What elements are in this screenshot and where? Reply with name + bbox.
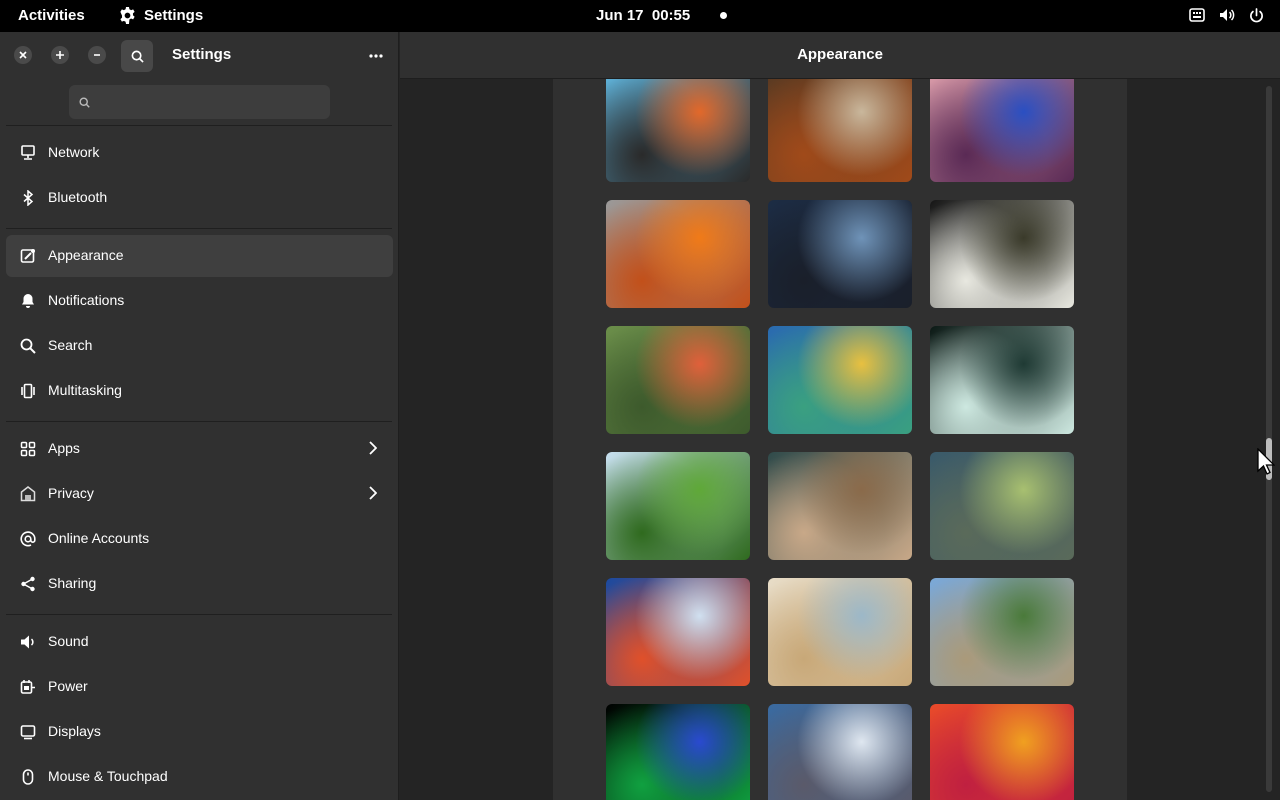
keyboard-icon — [1189, 8, 1205, 22]
activities-button[interactable]: Activities — [18, 7, 85, 24]
sidebar-item-label: Multitasking — [48, 382, 122, 398]
moonlit-sea-wallpaper[interactable] — [768, 200, 912, 308]
top-bar: Activities Settings Jun 17 00:55 — [0, 0, 1280, 32]
wallpaper-panel — [553, 79, 1127, 800]
sidebar: Settings Network Bluetooth Appearance No… — [0, 32, 399, 800]
clock-label: Jun 17 00:55 — [596, 7, 691, 24]
privacy-icon — [19, 485, 37, 503]
sidebar-item-label: Privacy — [48, 485, 94, 501]
sidebar-search-field[interactable] — [69, 85, 330, 119]
divider — [6, 228, 392, 229]
close-icon — [19, 51, 27, 59]
sidebar-item-mouse-touchpad[interactable]: Mouse & Touchpad — [6, 756, 393, 798]
maximize-icon — [56, 51, 64, 59]
sidebar-item-apps[interactable]: Apps — [6, 428, 393, 470]
mountain-valley-wallpaper[interactable] — [930, 578, 1074, 686]
sidebar-item-bluetooth[interactable]: Bluetooth — [6, 177, 393, 219]
share-icon — [19, 575, 37, 593]
minimize-window-button[interactable] — [88, 46, 106, 64]
sidebar-item-label: Displays — [48, 723, 101, 739]
sidebar-header: Settings — [0, 32, 399, 79]
bluetooth-icon — [19, 189, 37, 207]
divider — [6, 421, 392, 422]
system-tray[interactable] — [1189, 7, 1264, 23]
speaker-icon — [19, 633, 37, 651]
volume-icon — [1220, 9, 1235, 21]
appearance-icon — [19, 247, 37, 265]
rope-beach-wallpaper[interactable] — [768, 578, 912, 686]
poppies-wallpaper[interactable] — [606, 326, 750, 434]
notification-dot-icon — [720, 12, 728, 19]
otter-wallpaper[interactable] — [768, 452, 912, 560]
network-icon — [19, 144, 37, 162]
orange-bokeh-wallpaper[interactable] — [930, 704, 1074, 800]
close-window-button[interactable] — [14, 46, 32, 64]
search-icon — [79, 96, 90, 108]
sidebar-item-label: Power — [48, 678, 88, 694]
sidebar-item-appearance[interactable]: Appearance — [6, 235, 393, 277]
apps-icon — [19, 440, 37, 458]
appearance-content[interactable] — [400, 79, 1280, 800]
main-menu-button[interactable] — [364, 44, 388, 68]
sidebar-item-sound[interactable]: Sound — [6, 621, 393, 663]
sidebar-item-label: Online Accounts — [48, 530, 150, 546]
sidebar-item-label: Apps — [48, 440, 80, 456]
sidebar-item-sharing[interactable]: Sharing — [6, 563, 393, 605]
turntable-wallpaper[interactable] — [930, 79, 1074, 182]
sidebar-item-power[interactable]: Power — [6, 666, 393, 708]
alpine-lake-wallpaper[interactable] — [930, 452, 1074, 560]
colorful-rope-wallpaper[interactable] — [768, 326, 912, 434]
search-icon — [131, 50, 144, 63]
night-city-wallpaper[interactable] — [930, 200, 1074, 308]
clock[interactable]: Jun 17 00:55 — [596, 7, 728, 24]
sidebar-item-label: Appearance — [48, 247, 124, 263]
divider — [6, 125, 392, 126]
page-title: Appearance — [797, 46, 883, 63]
sidebar-item-label: Notifications — [48, 292, 125, 308]
blue-light-wallpaper[interactable] — [606, 704, 750, 800]
gear-icon — [120, 7, 135, 24]
power-plug-icon — [19, 678, 37, 696]
search-icon — [19, 337, 37, 355]
mouse-icon — [19, 768, 37, 786]
sidebar-item-label: Mouse & Touchpad — [48, 768, 168, 784]
graffiti-wallpaper[interactable] — [606, 79, 750, 182]
striped-blue-red-wallpaper[interactable] — [606, 578, 750, 686]
sidebar-item-label: Network — [48, 144, 100, 160]
sidebar-item-label: Sound — [48, 633, 89, 649]
display-icon — [19, 723, 37, 741]
sidebar-search-input[interactable] — [98, 94, 318, 110]
more-icon — [369, 54, 383, 58]
chevron-right-icon — [368, 441, 378, 458]
sidebar-title: Settings — [172, 46, 232, 63]
snowy-peaks-wallpaper[interactable] — [768, 704, 912, 800]
chevron-right-icon — [368, 486, 378, 503]
search-toggle-button[interactable] — [121, 40, 153, 72]
mushrooms-wallpaper[interactable] — [768, 79, 912, 182]
sidebar-item-search[interactable]: Search — [6, 325, 393, 367]
main-header: Appearance — [400, 32, 1280, 79]
sidebar-item-label: Search — [48, 337, 93, 353]
app-menu[interactable]: Settings — [119, 7, 203, 24]
sidebar-item-displays[interactable]: Displays — [6, 711, 393, 753]
app-name: Settings — [144, 7, 204, 24]
maximize-window-button[interactable] — [51, 46, 69, 64]
sidebar-item-label: Bluetooth — [48, 189, 108, 205]
power-icon — [1250, 7, 1263, 22]
dark-water-wallpaper[interactable] — [930, 326, 1074, 434]
at-icon — [19, 530, 37, 548]
green-leaves-wallpaper[interactable] — [606, 452, 750, 560]
bell-icon — [19, 292, 37, 310]
sidebar-item-label: Sharing — [48, 575, 97, 591]
sidebar-item-multitasking[interactable]: Multitasking — [6, 370, 393, 412]
mouse-pointer-icon — [1257, 448, 1275, 475]
divider — [6, 614, 392, 615]
sidebar-item-online-accounts[interactable]: Online Accounts — [6, 518, 393, 560]
orange-flower-wallpaper[interactable] — [606, 200, 750, 308]
sidebar-item-notifications[interactable]: Notifications — [6, 280, 393, 322]
minimize-icon — [94, 54, 100, 56]
sidebar-item-network[interactable]: Network — [6, 132, 393, 174]
multitasking-icon — [19, 382, 37, 400]
sidebar-item-privacy[interactable]: Privacy — [6, 473, 393, 515]
